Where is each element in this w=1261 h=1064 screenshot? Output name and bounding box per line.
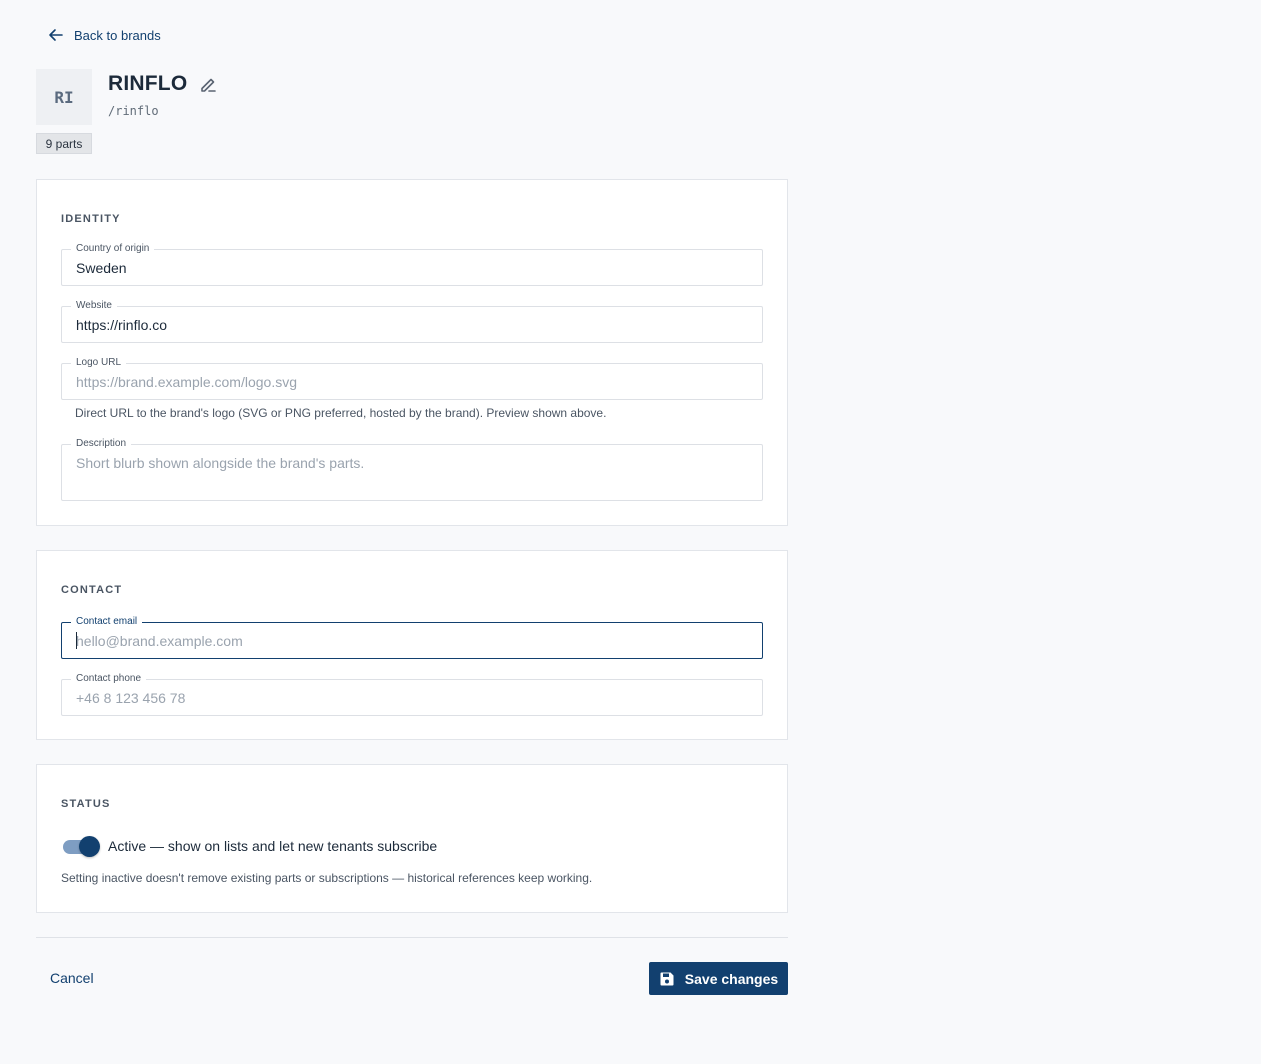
- edit-name-icon[interactable]: [199, 75, 217, 93]
- toggle-thumb: [79, 836, 100, 857]
- back-to-brands-link[interactable]: Back to brands: [48, 27, 161, 43]
- contact-phone-field[interactable]: Contact phone +46 8 123 456 78: [61, 672, 763, 716]
- contact-phone-label: Contact phone: [71, 672, 147, 686]
- active-toggle-label[interactable]: Active — show on lists and let new tenan…: [108, 838, 437, 854]
- status-card: STATUS Active — show on lists and let ne…: [36, 764, 788, 913]
- active-toggle[interactable]: [61, 836, 101, 857]
- description-placeholder: Short blurb shown alongside the brand's …: [76, 455, 365, 471]
- website-label: Website: [71, 299, 117, 313]
- back-link-label: Back to brands: [74, 27, 161, 43]
- contact-phone-placeholder: +46 8 123 456 78: [76, 690, 186, 706]
- section-title-status: STATUS: [61, 798, 111, 810]
- description-field[interactable]: Description Short blurb shown alongside …: [61, 437, 763, 501]
- contact-email-placeholder: hello@brand.example.com: [76, 633, 243, 649]
- brand-avatar: RI: [36, 69, 92, 125]
- description-label: Description: [71, 437, 132, 451]
- contact-email-label: Contact email: [71, 615, 143, 629]
- contact-email-field[interactable]: Contact email hello@brand.example.com: [61, 615, 763, 659]
- logo-url-field[interactable]: Logo URL https://brand.example.com/logo.…: [61, 356, 763, 400]
- contact-card: CONTACT Contact email hello@brand.exampl…: [36, 550, 788, 740]
- brand-header: RINFLO: [108, 72, 217, 96]
- save-button-label: Save changes: [684, 970, 779, 987]
- brand-slug: /rinflo: [108, 104, 159, 118]
- logo-url-label: Logo URL: [71, 356, 127, 370]
- save-changes-button[interactable]: Save changes: [649, 962, 788, 995]
- arrow-left-icon: [49, 29, 63, 41]
- section-title-contact: CONTACT: [61, 584, 123, 596]
- country-value: Sweden: [76, 260, 127, 276]
- website-value: https://rinflo.co: [76, 317, 168, 333]
- parts-count-badge: 9 parts: [36, 133, 92, 154]
- identity-card: IDENTITY Country of origin Sweden Websit…: [36, 179, 788, 526]
- save-icon: [660, 972, 674, 985]
- cancel-button[interactable]: Cancel: [50, 970, 94, 986]
- country-field[interactable]: Country of origin Sweden: [61, 242, 763, 286]
- text-caret: [76, 632, 77, 649]
- logo-url-placeholder: https://brand.example.com/logo.svg: [76, 374, 298, 390]
- brand-name: RINFLO: [108, 72, 188, 95]
- website-field[interactable]: Website https://rinflo.co: [61, 299, 763, 343]
- section-title-identity: IDENTITY: [61, 213, 121, 225]
- country-label: Country of origin: [71, 242, 155, 256]
- logo-url-helper: Direct URL to the brand's logo (SVG or P…: [75, 406, 607, 420]
- footer-divider: [36, 937, 788, 938]
- status-note: Setting inactive doesn't remove existing…: [61, 871, 593, 885]
